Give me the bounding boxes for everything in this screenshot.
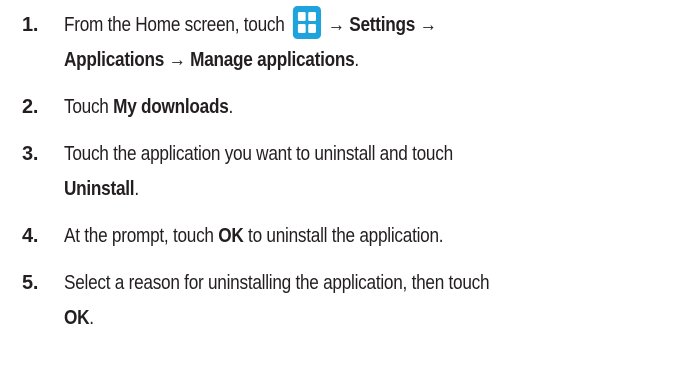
step-text-start: Touch the application you want to uninst… [64,143,453,165]
uninstall-label: Uninstall [64,178,135,200]
step-text-end: . [228,96,234,118]
arrow: → [168,49,186,71]
step-text-start: Touch [64,96,114,118]
ok-label: OK [218,225,244,247]
step-4: 4. At the prompt, touch OK to uninstall … [22,219,672,254]
step-5: 5. Select a reason for uninstalling the … [22,266,672,336]
step-text: Touch My downloads. [64,90,587,125]
arrow: → [327,14,345,36]
step-number: 5. [22,272,39,294]
step-text: At the prompt, touch OK to uninstall the… [64,219,587,254]
applications-grid-icon [292,6,321,40]
step-text-end: . [354,49,359,71]
step-text: Select a reason for uninstalling the app… [64,266,587,336]
settings-label: Settings [349,14,416,36]
step-text-end: to uninstall the application. [243,225,444,247]
ok-label: OK [64,307,90,329]
applications-label: Applications [64,49,165,71]
step-number: 3. [22,143,39,165]
step-text-start: At the prompt, touch [64,225,219,247]
step-3: 3. Touch the application you want to uni… [22,137,672,207]
manage-applications-label: Manage applications [190,49,355,71]
step-text-start: Select a reason for uninstalling the app… [64,272,490,294]
step-2: 2. Touch My downloads. [22,90,672,125]
instruction-steps: 1. From the Home screen, touch → Setting… [22,6,672,336]
step-number: 4. [22,225,39,247]
step-text-end: . [134,178,139,200]
arrow: → [419,14,437,36]
step-text-end: . [89,307,94,329]
my-downloads-label: My downloads [113,96,229,118]
step-text: Touch the application you want to uninst… [64,137,587,207]
step-number: 2. [22,96,39,118]
step-1: 1. From the Home screen, touch → Setting… [22,6,672,78]
step-text-start: From the Home screen, touch [64,14,290,36]
step-number: 1. [22,14,39,36]
step-text: From the Home screen, touch → Settings →… [64,6,587,78]
